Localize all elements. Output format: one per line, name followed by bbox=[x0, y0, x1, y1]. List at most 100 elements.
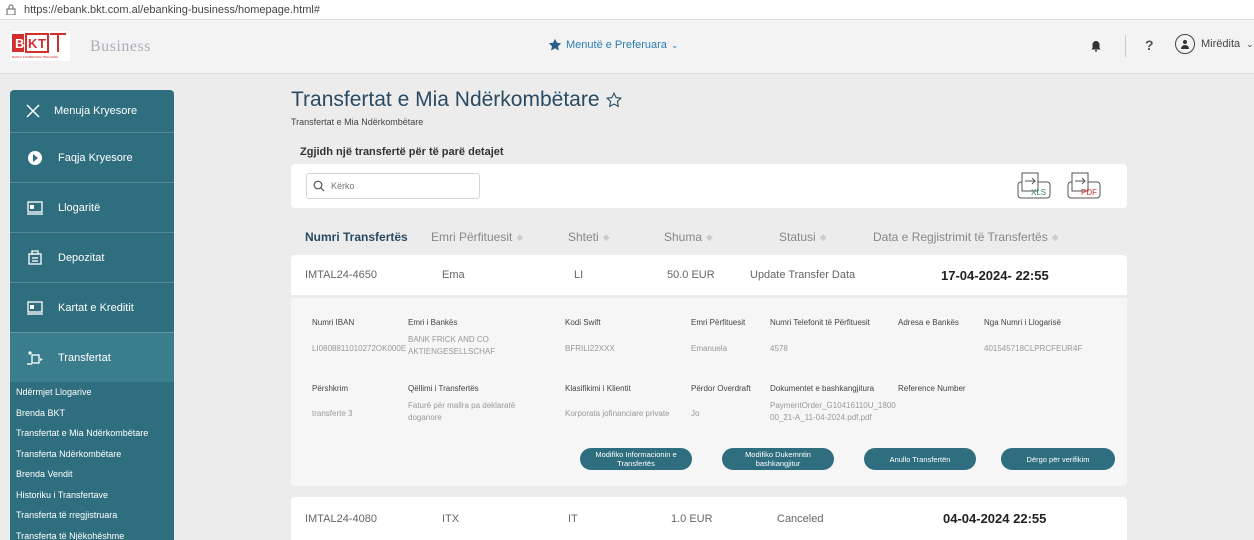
chevron-down-icon: ⌄ bbox=[1246, 38, 1254, 49]
column-header[interactable]: Data e Regjistrimit të Transfertës ◆ bbox=[873, 230, 1059, 244]
deposit-icon bbox=[26, 249, 44, 267]
svg-text:B: B bbox=[15, 36, 24, 51]
table-header: Numri Transfertës Emri Përfituesit ◆ Shte… bbox=[291, 230, 1127, 246]
export-xls-button[interactable]: XLS bbox=[1017, 171, 1051, 201]
export-pdf-button[interactable]: PDF bbox=[1067, 171, 1101, 201]
detail-label: Nga Numri i Llogarisë bbox=[984, 318, 1061, 327]
detail-label: Numri Telefonit të Përfituesit bbox=[770, 318, 870, 327]
browser-url: https://ebank.bkt.com.al/ebanking-busine… bbox=[24, 3, 320, 16]
detail-value: Faturë për mallra pa deklaratë doganore bbox=[408, 401, 516, 422]
row-country: IT bbox=[568, 512, 578, 525]
sidebar-item-label: Llogaritë bbox=[58, 201, 101, 214]
row-country: LI bbox=[574, 269, 584, 281]
pdf-label: PDF bbox=[1081, 188, 1097, 197]
user-greeting: Mirëdita bbox=[1201, 38, 1241, 50]
send-for-verification-button[interactable]: Dërgo për verifikim bbox=[1001, 448, 1115, 470]
detail-label: Qëllimi i Transfertës bbox=[408, 384, 479, 393]
submenu-item[interactable]: Ndërmjet Llogarive bbox=[16, 382, 174, 403]
breadcrumb[interactable]: Transfertat e Mia Ndërkombëtare bbox=[291, 117, 423, 127]
lock-icon bbox=[6, 4, 16, 15]
home-icon bbox=[26, 149, 44, 167]
column-header[interactable]: Statusi ◆ bbox=[779, 230, 827, 244]
submenu-item[interactable]: Transferta të rregjistruara bbox=[16, 505, 174, 526]
xls-label: XLS bbox=[1031, 188, 1046, 197]
cancel-transfer-button[interactable]: Anullo Transfertën bbox=[864, 448, 976, 470]
detail-value: 4578 bbox=[770, 344, 788, 353]
row-status: Update Transfer Data bbox=[750, 269, 856, 281]
app-header: B K T BANKA KOMBETARE TREGTARE Business … bbox=[0, 20, 1254, 74]
select-prompt: Zgjidh një transfertë për të parë detaje… bbox=[300, 146, 504, 158]
browser-url-bar[interactable]: https://ebank.bkt.com.al/ebanking-busine… bbox=[0, 0, 1254, 20]
bell-icon[interactable] bbox=[1090, 40, 1102, 52]
table-row[interactable]: IMTAL24-4650 Ema LI 50.0 EUR Update Tran… bbox=[291, 255, 1127, 295]
user-menu[interactable]: Mirëdita ⌄ bbox=[1175, 34, 1254, 54]
row-amount: 1.0 EUR bbox=[671, 512, 713, 525]
star-icon bbox=[548, 38, 562, 51]
sort-icon: ◆ bbox=[516, 231, 524, 242]
submenu-item[interactable]: Transferta Ndërkombëtare bbox=[16, 444, 174, 465]
transfer-icon bbox=[26, 349, 44, 367]
detail-value: transferte 3 bbox=[312, 409, 353, 418]
card-icon bbox=[26, 299, 44, 317]
detail-value: BANK FRICK AND CO AKTIENGESELLSCHAF bbox=[408, 335, 496, 356]
row-beneficiary: ITX bbox=[442, 512, 460, 525]
transfer-detail-panel: Numri IBAN LI0808811010272OK000E Emri i … bbox=[291, 298, 1127, 486]
detail-value: 401545718CLPRCFEUR4F bbox=[984, 344, 1083, 353]
detail-label: Dokumentet e bashkangjitura bbox=[770, 384, 875, 393]
submenu-item[interactable]: Transferta të Njëkohëshme bbox=[16, 526, 174, 540]
chevron-down-icon: ⌄ bbox=[670, 39, 679, 50]
page-title-text: Transfertat e Mia Ndërkombëtare bbox=[291, 88, 600, 111]
sort-icon: ◆ bbox=[706, 231, 713, 242]
detail-value: Korporata jofinanciare private bbox=[565, 409, 670, 418]
svg-text:T: T bbox=[38, 36, 46, 51]
bkt-logo[interactable]: B K T BANKA KOMBETARE TREGTARE bbox=[10, 31, 70, 61]
detail-label: Klasifikimi i Klientit bbox=[565, 384, 631, 393]
sidebar: Menuja Kryesore Faqja Kryesore Llogaritë… bbox=[10, 90, 174, 540]
favorites-menu[interactable]: Menutë e Preferuara ⌄ bbox=[548, 38, 678, 52]
sidebar-item-label: Kartat e Kreditit bbox=[58, 301, 134, 314]
detail-label: Përshkrim bbox=[312, 384, 349, 393]
modify-document-button[interactable]: Modifiko Dukemntin bashkangjitur bbox=[722, 448, 834, 470]
main-menu-toggle[interactable]: Menuja Kryesore bbox=[10, 90, 174, 132]
favorites-label: Menutë e Preferuara bbox=[566, 39, 667, 51]
sidebar-item-label: Transfertat bbox=[58, 351, 111, 364]
sort-icon: ◆ bbox=[819, 231, 827, 242]
detail-label: Emri i Bankës bbox=[408, 318, 458, 327]
star-outline-icon[interactable] bbox=[605, 92, 622, 108]
submenu-item[interactable]: Brenda BKT bbox=[16, 403, 174, 424]
search-icon bbox=[313, 180, 325, 192]
sidebar-item-credit-cards[interactable]: Kartat e Kreditit bbox=[10, 282, 174, 332]
sidebar-item-deposits[interactable]: Depozitat bbox=[10, 232, 174, 282]
detail-value: Emanuela bbox=[691, 344, 728, 353]
modify-info-button[interactable]: Modifiko Informacionin e Transfertës bbox=[580, 448, 692, 470]
row-date: 17-04-2024- 22:55 bbox=[941, 267, 1049, 283]
detail-label: Numri IBAN bbox=[312, 318, 355, 327]
search-field[interactable] bbox=[331, 181, 471, 191]
submenu-item[interactable]: Transfertat e Mia Ndërkombëtare bbox=[16, 423, 174, 444]
column-header[interactable]: Shuma ◆ bbox=[664, 230, 713, 244]
row-beneficiary: Ema bbox=[442, 269, 465, 281]
row-status: Canceled bbox=[777, 512, 824, 525]
sidebar-item-home[interactable]: Faqja Kryesore bbox=[10, 132, 174, 182]
table-row[interactable]: IMTAL24-4080 ITX IT 1.0 EUR Canceled 04-… bbox=[291, 497, 1127, 540]
sidebar-item-transfers[interactable]: Transfertat bbox=[10, 332, 174, 382]
help-button[interactable]: ? bbox=[1145, 37, 1154, 53]
column-header[interactable]: Numri Transfertës bbox=[305, 230, 408, 244]
detail-label: Adresa e Bankës bbox=[898, 318, 959, 327]
detail-label: Kodi Swift bbox=[565, 318, 601, 327]
sort-icon: ◆ bbox=[1051, 231, 1059, 242]
sidebar-item-label: Depozitat bbox=[58, 251, 105, 264]
submenu-item[interactable]: Brenda Vendit bbox=[16, 464, 174, 485]
sidebar-item-accounts[interactable]: Llogaritë bbox=[10, 182, 174, 232]
close-icon bbox=[26, 104, 40, 118]
detail-label: Emri Përfituesit bbox=[691, 318, 746, 327]
column-header[interactable]: Shteti ◆ bbox=[568, 230, 610, 244]
column-header[interactable]: Emri Përfituesit ◆ bbox=[431, 230, 523, 244]
detail-value: Jo bbox=[691, 409, 700, 418]
brand-subtitle: Business bbox=[90, 38, 151, 55]
submenu-item[interactable]: Historiku i Transfertave bbox=[16, 485, 174, 506]
search-input[interactable] bbox=[306, 173, 480, 199]
sidebar-item-label: Faqja Kryesore bbox=[58, 151, 133, 164]
attached-document-link[interactable]: PaymentOrder_G10416110U_180000_21-A_11-0… bbox=[770, 400, 900, 424]
transfers-submenu: Ndërmjet Llogarive Brenda BKT Transferta… bbox=[10, 382, 174, 540]
